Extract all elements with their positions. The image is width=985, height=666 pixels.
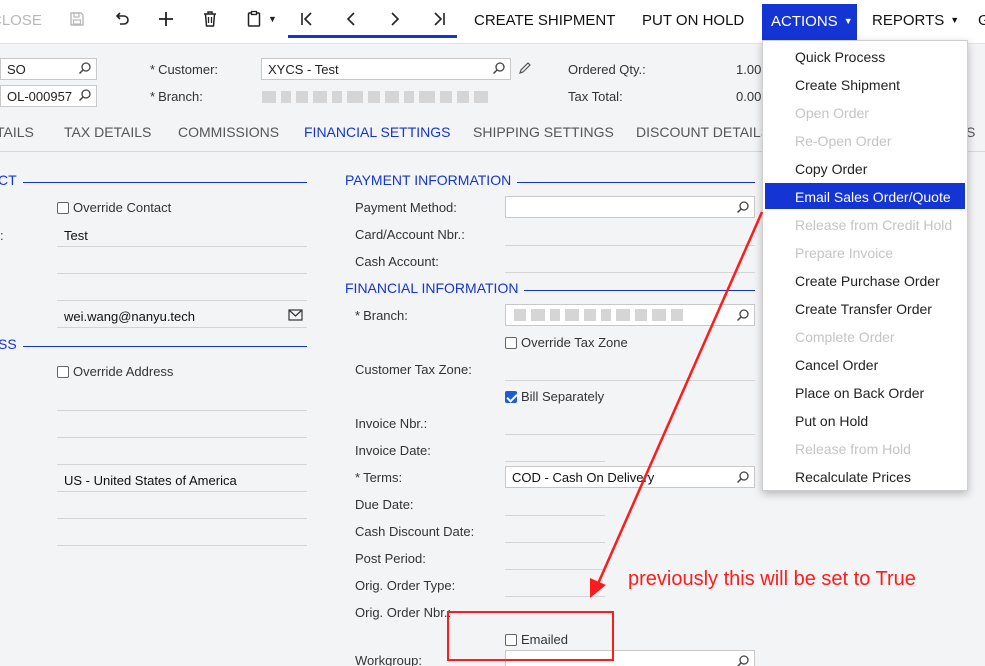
annotation-arrow	[590, 211, 764, 598]
annotation-highlight-box	[447, 611, 614, 661]
annotation-text: previously this will be set to True	[628, 568, 916, 590]
